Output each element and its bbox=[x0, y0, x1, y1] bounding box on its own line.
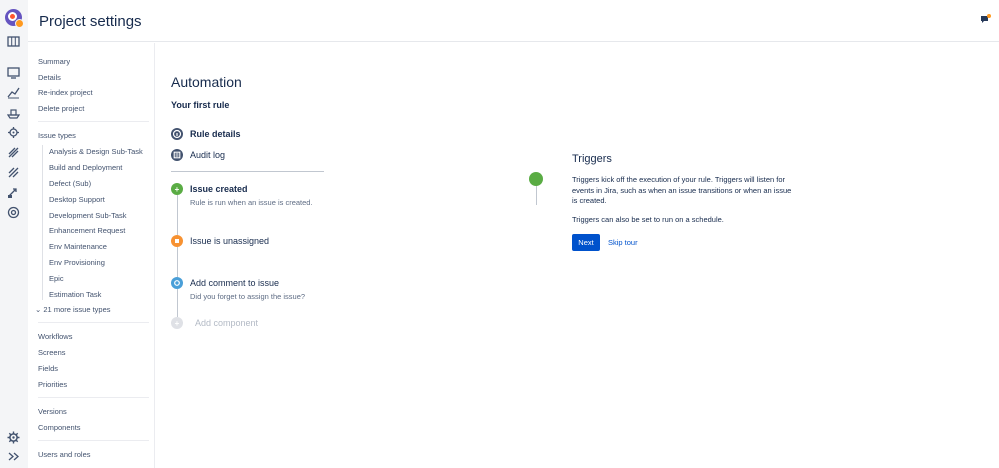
sidebar-item-fields[interactable]: Fields bbox=[38, 364, 58, 373]
condition-issue-unassigned[interactable]: Issue is unassigned bbox=[190, 236, 269, 246]
condition-icon[interactable] bbox=[171, 235, 183, 247]
divider bbox=[38, 397, 149, 398]
issue-type-item[interactable]: Env Provisioning bbox=[49, 258, 105, 267]
feedback-icon[interactable] bbox=[980, 14, 991, 25]
tour-body-secondary: Triggers can also be set to run on a sch… bbox=[572, 215, 724, 224]
sidebar-item-components[interactable]: Components bbox=[38, 423, 81, 432]
sidebar-item-delete[interactable]: Delete project bbox=[38, 104, 84, 113]
flow-connector bbox=[177, 195, 178, 235]
flow-connector bbox=[177, 289, 178, 317]
action-icon[interactable] bbox=[171, 277, 183, 289]
issue-type-item[interactable]: Build and Deployment bbox=[49, 163, 122, 172]
settings-icon[interactable] bbox=[7, 431, 20, 444]
automation-heading: Automation bbox=[171, 74, 242, 90]
tour-beacon bbox=[529, 172, 543, 186]
issue-type-item[interactable]: Defect (Sub) bbox=[49, 179, 91, 188]
sidebar-item-priorities[interactable]: Priorities bbox=[38, 380, 67, 389]
sidebar-item-reindex[interactable]: Re-index project bbox=[38, 88, 93, 97]
sidebar-item-versions[interactable]: Versions bbox=[38, 407, 67, 416]
issue-type-item[interactable]: Analysis & Design Sub-Task bbox=[49, 147, 143, 156]
sidebar-item-details[interactable]: Details bbox=[38, 73, 61, 82]
tour-body: Triggers kick off the execution of your … bbox=[572, 175, 792, 205]
trigger-description: Rule is run when an issue is created. bbox=[190, 198, 313, 207]
add-item-icon[interactable] bbox=[7, 146, 20, 159]
list-icon bbox=[171, 149, 183, 161]
issue-type-item[interactable]: Epic bbox=[49, 274, 64, 283]
issue-type-item[interactable]: Estimation Task bbox=[49, 290, 101, 299]
pages-icon[interactable] bbox=[7, 166, 20, 179]
divider bbox=[171, 171, 324, 172]
trigger-plus-icon[interactable]: + bbox=[171, 183, 183, 195]
shortcut-icon[interactable] bbox=[7, 186, 20, 199]
more-issue-types-toggle[interactable]: ⌄ 21 more issue types bbox=[35, 305, 111, 314]
target-icon[interactable] bbox=[7, 206, 20, 219]
rule-subheading: Your first rule bbox=[171, 100, 230, 110]
product-logo-icon[interactable] bbox=[5, 9, 24, 28]
expand-icon[interactable] bbox=[7, 450, 20, 463]
tree-line bbox=[42, 145, 43, 300]
issue-type-item[interactable]: Desktop Support bbox=[49, 195, 105, 204]
action-description: Did you forget to assign the issue? bbox=[190, 292, 306, 301]
components-icon[interactable] bbox=[7, 126, 20, 139]
flow-connector bbox=[177, 247, 178, 277]
trigger-issue-created[interactable]: Issue created bbox=[190, 184, 248, 194]
tour-connector bbox=[536, 185, 537, 205]
backlog-icon[interactable] bbox=[7, 66, 20, 79]
page-title: Project settings bbox=[39, 13, 142, 30]
board-icon[interactable] bbox=[7, 35, 20, 48]
tour-title: Triggers bbox=[572, 153, 612, 165]
sidebar-item-summary[interactable]: Summary bbox=[38, 57, 70, 66]
skip-tour-link[interactable]: Skip tour bbox=[608, 238, 638, 247]
chevron-down-icon: ⌄ bbox=[35, 305, 42, 314]
divider bbox=[38, 121, 149, 122]
page-header: Project settings bbox=[28, 0, 999, 42]
action-add-comment[interactable]: Add comment to issue bbox=[190, 278, 279, 288]
issue-type-item[interactable]: Enhancement Request bbox=[49, 226, 125, 235]
releases-icon[interactable] bbox=[7, 106, 20, 119]
reports-icon[interactable] bbox=[7, 86, 20, 99]
add-component-plus-icon[interactable]: + bbox=[171, 317, 183, 329]
divider bbox=[38, 440, 149, 441]
add-component-button[interactable]: Add component bbox=[195, 318, 258, 328]
divider bbox=[38, 322, 149, 323]
audit-log-link[interactable]: Audit log bbox=[190, 150, 225, 160]
settings-sidebar: Summary Details Re-index project Delete … bbox=[28, 43, 155, 468]
rule-details-link[interactable]: Rule details bbox=[190, 129, 241, 139]
sidebar-item-issue-types[interactable]: Issue types bbox=[38, 131, 76, 140]
global-nav-rail bbox=[0, 0, 28, 468]
sidebar-item-users-roles[interactable]: Users and roles bbox=[38, 450, 91, 459]
issue-type-item[interactable]: Env Maintenance bbox=[49, 242, 107, 251]
issue-type-item[interactable]: Development Sub-Task bbox=[49, 211, 127, 220]
sidebar-item-workflows[interactable]: Workflows bbox=[38, 332, 72, 341]
next-button[interactable]: Next bbox=[572, 234, 600, 251]
more-issue-types-label: 21 more issue types bbox=[43, 305, 111, 314]
info-icon bbox=[171, 128, 183, 140]
sidebar-item-screens[interactable]: Screens bbox=[38, 348, 66, 357]
